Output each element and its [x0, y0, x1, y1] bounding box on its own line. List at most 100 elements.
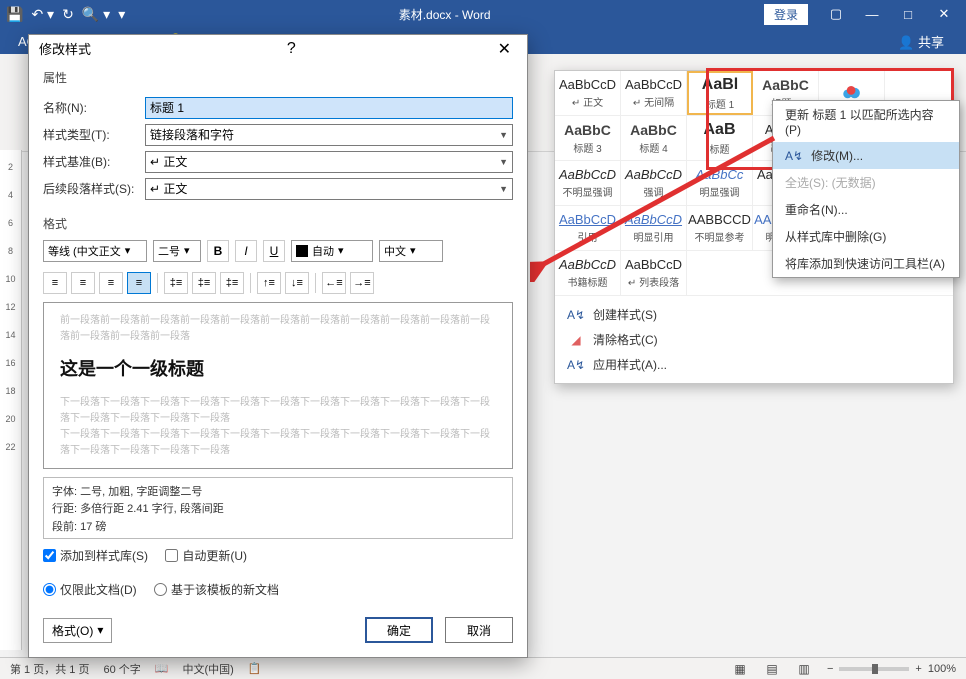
menu-modify-style[interactable]: A↯修改(M)...	[773, 142, 959, 169]
style-subtle-emphasis[interactable]: AaBbCcD不明显强调	[555, 161, 621, 205]
indent-inc-button[interactable]: →≡	[350, 272, 374, 294]
font-color-combo[interactable]: 自动▾	[291, 240, 373, 262]
line-spacing-15-button[interactable]: ‡≡	[192, 272, 216, 294]
align-right-button[interactable]: ≡	[99, 272, 123, 294]
italic-button[interactable]: I	[235, 240, 257, 262]
login-button[interactable]: 登录	[764, 4, 808, 25]
chevron-down-icon: ▾	[410, 244, 416, 257]
line-spacing-2-button[interactable]: ‡≡	[220, 272, 244, 294]
style-book-title[interactable]: AaBbCcD书籍标题	[555, 251, 621, 295]
dialog-close-icon[interactable]: ✕	[492, 37, 517, 61]
align-left-button[interactable]: ≡	[43, 272, 67, 294]
style-based-combo[interactable]: ↵ 正文▼	[145, 151, 513, 173]
zoom-out-button[interactable]: −	[827, 663, 833, 675]
menu-update-style[interactable]: 更新 标题 1 以匹配所选内容(P)	[773, 101, 959, 142]
zoom-slider[interactable]	[839, 667, 909, 671]
style-preview: 前一段落前一段落前一段落前一段落前一段落前一段落前一段落前一段落前一段落前一段落…	[43, 302, 513, 469]
align-justify-button[interactable]: ≡	[127, 272, 151, 294]
style-type-combo[interactable]: 链接段落和字符▼	[145, 124, 513, 146]
eraser-icon: ◢	[567, 333, 585, 347]
based-template-radio[interactable]: 基于该模板的新文档	[154, 581, 279, 598]
ok-button[interactable]: 确定	[365, 617, 433, 643]
create-style-icon: A↯	[567, 308, 585, 322]
style-list-para[interactable]: AaBbCcD↵ 列表段落	[621, 251, 687, 295]
page-status[interactable]: 第 1 页，共 1 页	[10, 661, 89, 677]
preview-icon[interactable]: 🔍 ▾	[82, 6, 110, 23]
style-description: 字体: 二号, 加粗, 字距调整二号 行距: 多倍行距 2.41 字行, 段落间…	[43, 477, 513, 539]
print-layout-icon[interactable]: ▤	[763, 662, 781, 676]
apply-style-icon: A↯	[567, 358, 585, 372]
style-normal[interactable]: AaBbCcD↵ 正文	[555, 71, 621, 115]
style-subtle-ref[interactable]: AABBCCD不明显参考	[687, 206, 753, 250]
chevron-down-icon: ▼	[499, 157, 508, 167]
format-dropdown-button[interactable]: 格式(O)▾	[43, 618, 112, 643]
dialog-help-icon[interactable]: ?	[281, 38, 302, 60]
style-heading1[interactable]: AaBl标题 1	[687, 71, 753, 115]
space-before-dec-button[interactable]: ↓≡	[285, 272, 309, 294]
status-bar: 第 1 页，共 1 页 60 个字 📖 中文(中国) 📋 ▦ ▤ ▥ − + 1…	[0, 657, 966, 679]
redo-icon[interactable]: ↻	[62, 6, 74, 23]
space-before-inc-button[interactable]: ↑≡	[257, 272, 281, 294]
style-name-input[interactable]	[145, 97, 513, 119]
style-quote[interactable]: AaBbCcD引用	[555, 206, 621, 250]
menu-add-to-qat[interactable]: 将库添加到快速访问工具栏(A)	[773, 250, 959, 277]
indent-dec-button[interactable]: ←≡	[322, 272, 346, 294]
spellcheck-icon[interactable]: 📖	[155, 662, 169, 675]
vertical-ruler: 246 81012 141618 2022	[0, 150, 22, 650]
cloud-icon	[841, 86, 863, 100]
language-status[interactable]: 中文(中国)	[182, 661, 233, 677]
create-style-action[interactable]: A↯创建样式(S)	[555, 302, 953, 327]
maximize-icon[interactable]: □	[892, 3, 924, 25]
chevron-down-icon: ▼	[499, 130, 508, 140]
auto-update-checkbox[interactable]: 自动更新(U)	[165, 547, 247, 564]
style-nospacing[interactable]: AaBbCcD↵ 无间隔	[621, 71, 687, 115]
lang-combo[interactable]: 中文▾	[379, 240, 443, 262]
document-title: 素材.docx - Word	[125, 6, 764, 23]
close-icon[interactable]: ✕	[928, 3, 960, 25]
style-heading3[interactable]: AaBbC标题 3	[555, 116, 621, 160]
line-spacing-1-button[interactable]: ‡≡	[164, 272, 188, 294]
read-mode-icon[interactable]: ▦	[731, 662, 749, 676]
underline-button[interactable]: U	[263, 240, 285, 262]
dialog-titlebar: 修改样式 ? ✕	[29, 35, 527, 63]
preview-heading: 这是一个一级标题	[60, 355, 496, 381]
next-label: 后续段落样式(S):	[43, 180, 135, 197]
title-bar: 💾 ↶ ▾ ↻ 🔍 ▾ ▾ 素材.docx - Word 登录 ▢ — □ ✕	[0, 0, 966, 28]
qat-dropdown-icon[interactable]: ▾	[118, 6, 125, 23]
font-size-combo[interactable]: 二号▾	[153, 240, 201, 262]
style-next-combo[interactable]: ↵ 正文▼	[145, 178, 513, 200]
cancel-button[interactable]: 取消	[445, 617, 513, 643]
menu-rename[interactable]: 重命名(N)...	[773, 196, 959, 223]
only-this-doc-radio[interactable]: 仅限此文档(D)	[43, 581, 137, 598]
bold-button[interactable]: B	[207, 240, 229, 262]
share-button[interactable]: 👤 共享	[898, 32, 944, 51]
font-family-combo[interactable]: 等线 (中文正文▾	[43, 240, 147, 262]
chevron-down-icon: ▾	[125, 244, 131, 257]
clear-format-action[interactable]: ◢清除格式(C)	[555, 327, 953, 352]
accessibility-icon[interactable]: 📋	[248, 662, 262, 675]
word-count[interactable]: 60 个字	[103, 661, 140, 677]
web-layout-icon[interactable]: ▥	[795, 662, 813, 676]
chevron-down-icon: ▾	[338, 244, 344, 257]
zoom-in-button[interactable]: +	[915, 663, 921, 675]
style-heading4[interactable]: AaBbC标题 4	[621, 116, 687, 160]
menu-select-all: 全选(S): (无数据)	[773, 169, 959, 196]
section-format: 格式	[29, 209, 527, 234]
zoom-level[interactable]: 100%	[928, 663, 956, 675]
ribbon-options-icon[interactable]: ▢	[820, 3, 852, 25]
add-to-gallery-checkbox[interactable]: 添加到样式库(S)	[43, 547, 148, 564]
type-label: 样式类型(T):	[43, 126, 135, 143]
undo-icon[interactable]: ↶ ▾	[31, 6, 54, 23]
style-intense-quote[interactable]: AaBbCcD明显引用	[621, 206, 687, 250]
style-title[interactable]: AaB标题	[687, 116, 753, 160]
style-intense-emphasis[interactable]: AaBbCc明显强调	[687, 161, 753, 205]
menu-remove-from-gallery[interactable]: 从样式库中删除(G)	[773, 223, 959, 250]
style-emphasis[interactable]: AaBbCcD强调	[621, 161, 687, 205]
apply-style-action[interactable]: A↯应用样式(A)...	[555, 352, 953, 377]
chevron-down-icon: ▼	[499, 184, 508, 194]
save-icon[interactable]: 💾	[6, 6, 23, 23]
align-center-button[interactable]: ≡	[71, 272, 95, 294]
name-label: 名称(N):	[43, 99, 135, 116]
minimize-icon[interactable]: —	[856, 3, 888, 25]
dialog-title: 修改样式	[39, 39, 91, 58]
